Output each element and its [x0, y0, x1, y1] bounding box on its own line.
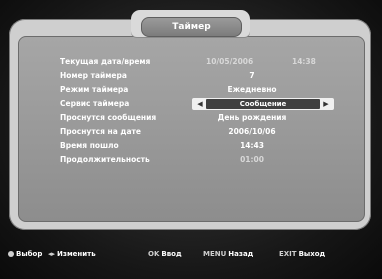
hint-change: ◂▸ Изменить [48, 246, 96, 262]
timer-service-selector[interactable]: ◀ Сообщение ▶ [192, 98, 334, 110]
left-right-icon: ◂▸ [48, 250, 56, 258]
wakeup-date-value[interactable]: 2006/10/06 [192, 125, 312, 139]
wakeup-message-value[interactable]: День рождения [192, 111, 312, 125]
row-timer-service[interactable]: Сервис таймера ◀ Сообщение ▶ [0, 97, 382, 111]
row-wakeup-date[interactable]: Проснутся на дате 2006/10/06 [0, 125, 382, 139]
hint-exit-label: Выход [298, 250, 326, 258]
ok-key-label: OK [148, 250, 160, 258]
timer-number-label: Номер таймера [60, 71, 127, 80]
row-timer-number[interactable]: Номер таймера 7 [0, 69, 382, 83]
duration-label: Продолжительность [60, 155, 150, 164]
row-start-time[interactable]: Время пошло 14:43 [0, 139, 382, 153]
tv-screen: Таймер Текущая дата/время 10/05/2006 14:… [0, 0, 382, 279]
current-date-value: 10/05/2006 [206, 57, 254, 66]
hint-menu-label: Назад [228, 250, 254, 258]
exit-key-label: EXIT [279, 250, 297, 258]
start-time-label: Время пошло [60, 141, 119, 150]
timer-mode-value[interactable]: Ежедневно [192, 83, 312, 97]
current-datetime-label: Текущая дата/время [60, 57, 151, 66]
timer-number-value[interactable]: 7 [192, 69, 312, 83]
hint-ok: OK Ввод [148, 246, 182, 262]
page-title: Таймер [141, 17, 242, 37]
footer-hints: Выбор ◂▸ Изменить OK Ввод MENU Назад EXIT Вы… [0, 246, 382, 262]
hint-select: Выбор [8, 246, 42, 262]
hint-ok-label: Ввод [161, 250, 182, 258]
timer-service-value: Сообщение [206, 99, 320, 109]
start-time-value[interactable]: 14:43 [192, 139, 312, 153]
wakeup-message-label: Проснутся сообщения [60, 113, 157, 122]
wakeup-date-label: Проснутся на дате [60, 127, 141, 136]
timer-mode-label: Режим таймера [60, 85, 129, 94]
row-wakeup-message[interactable]: Проснутся сообщения День рождения [0, 111, 382, 125]
current-time-value: 14:38 [292, 57, 316, 66]
arrow-left-icon[interactable]: ◀ [194, 98, 206, 110]
hint-menu: MENU Назад [203, 246, 253, 262]
hint-change-label: Изменить [57, 250, 96, 258]
row-timer-mode[interactable]: Режим таймера Ежедневно [0, 83, 382, 97]
arrow-right-icon[interactable]: ▶ [320, 98, 332, 110]
hint-exit: EXIT Выход [279, 246, 325, 262]
hint-select-label: Выбор [16, 250, 43, 258]
select-dot-icon [8, 251, 14, 257]
timer-service-label: Сервис таймера [60, 99, 130, 108]
row-current-datetime: Текущая дата/время 10/05/2006 14:38 [0, 55, 382, 69]
duration-value[interactable]: 01:00 [192, 153, 312, 167]
row-duration[interactable]: Продолжительность 01:00 [0, 153, 382, 167]
menu-key-label: MENU [203, 250, 227, 258]
